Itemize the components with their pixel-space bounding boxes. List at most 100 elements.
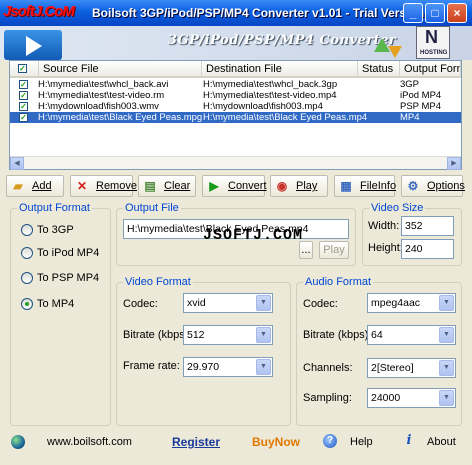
file-info-icon: ▦: [340, 179, 352, 193]
banner-title: 3GP/iPod/PSP/MP4 Converter: [168, 33, 397, 48]
audio-bitrate-select[interactable]: 64 ▼: [367, 325, 456, 345]
table-row[interactable]: ✓ H:\mymedia\test\whcl_back.avi H:\mymed…: [10, 79, 461, 90]
website-link[interactable]: www.boilsoft.com: [47, 436, 132, 448]
chevron-down-icon[interactable]: ▼: [439, 327, 454, 343]
footer: www.boilsoft.com Register BuyNow ? Help …: [0, 428, 472, 458]
select-all-checkbox[interactable]: ✓: [18, 64, 27, 73]
source-file: H:\mymedia\test\whcl_back.avi: [38, 79, 169, 90]
video-codec-label: Codec:: [123, 298, 158, 310]
output-format-group: Output Format To 3GP To iPod MP4 To PSP …: [10, 202, 111, 426]
output-file-title: Output File: [123, 202, 181, 214]
sampling-value: 24000: [371, 392, 401, 404]
chevron-down-icon[interactable]: ▼: [256, 327, 271, 343]
horizontal-scrollbar[interactable]: ◀ ▶: [10, 156, 461, 170]
row-checkbox[interactable]: ✓: [19, 80, 28, 89]
radio-to-psp-mp4[interactable]: [21, 272, 33, 284]
hosting-badge: N HOSTING: [416, 26, 450, 59]
clear-button[interactable]: ▤ Clear: [138, 175, 196, 197]
destination-file: H:\mydownload\fish003.mp4: [203, 101, 323, 112]
fileinfo-button[interactable]: ▦ FileInfo: [334, 175, 397, 197]
folder-icon: ▰: [13, 179, 23, 193]
add-button[interactable]: ▰ Add: [6, 175, 64, 197]
table-row[interactable]: ✓ H:\mymedia\test\test-video.rm H:\mymed…: [10, 90, 461, 101]
video-bitrate-select[interactable]: 512 ▼: [183, 325, 273, 345]
play-logo-icon: [4, 30, 62, 60]
chevron-down-icon[interactable]: ▼: [439, 295, 454, 311]
frame-rate-value: 29.970: [187, 361, 220, 373]
sampling-select[interactable]: 24000 ▼: [367, 388, 456, 408]
source-file: H:\mymedia\test\test-video.rm: [38, 90, 165, 101]
radio-to-ipod-mp4[interactable]: [21, 247, 33, 259]
video-codec-select[interactable]: xvid ▼: [183, 293, 273, 313]
convert-arrows-icon: [370, 26, 410, 60]
destination-file: H:\mymedia\test\whcl_back.3gp: [203, 79, 338, 90]
frame-rate-select[interactable]: 29.970 ▼: [183, 357, 273, 377]
about-info-icon[interactable]: i: [402, 434, 416, 448]
help-question-icon[interactable]: ?: [323, 434, 337, 448]
scroll-right-arrow-icon[interactable]: ▶: [447, 157, 461, 170]
minimize-button[interactable]: _: [403, 3, 423, 23]
table-row-selected[interactable]: ✓ H:\mymedia\test\Black Eyed Peas.mpg H:…: [10, 112, 461, 123]
output-format: PSP MP4: [400, 101, 442, 112]
play-button[interactable]: ◉ Play: [270, 175, 328, 197]
source-file: H:\mymedia\test\Black Eyed Peas.mpg: [38, 112, 203, 123]
row-checkbox[interactable]: ✓: [19, 113, 28, 122]
channels-select[interactable]: 2[Stereo] ▼: [367, 358, 456, 378]
output-format: 3GP: [400, 79, 420, 90]
scroll-left-arrow-icon[interactable]: ◀: [10, 157, 24, 170]
preview-play-button[interactable]: Play: [319, 241, 349, 259]
convert-button[interactable]: ▶ Convert: [202, 175, 267, 197]
width-label: Width:: [368, 220, 400, 232]
radio-to-3gp[interactable]: [21, 224, 33, 236]
radio-label-ipod-mp4[interactable]: To iPod MP4: [37, 247, 99, 259]
hosting-badge-text: HOSTING: [420, 50, 448, 56]
play-arrow-icon: ▶: [209, 179, 219, 193]
remove-label: Remove: [96, 180, 137, 192]
output-format-title: Output Format: [17, 202, 92, 214]
close-button[interactable]: ×: [447, 3, 467, 23]
row-checkbox[interactable]: ✓: [19, 102, 28, 111]
about-link[interactable]: About: [427, 436, 456, 448]
column-header-destination[interactable]: Destination File: [202, 61, 358, 78]
maximize-button[interactable]: □: [425, 3, 445, 23]
radio-label-mp4[interactable]: To MP4: [37, 298, 74, 310]
buynow-link[interactable]: BuyNow: [252, 435, 300, 449]
audio-bitrate-label: Bitrate (kbps):: [303, 329, 372, 341]
remove-x-icon: ✕: [76, 179, 88, 193]
destination-file: H:\mymedia\test\test-video.mp4: [203, 90, 337, 101]
audio-codec-select[interactable]: mpeg4aac ▼: [367, 293, 456, 313]
row-checkbox[interactable]: ✓: [19, 91, 28, 100]
remove-button[interactable]: ✕ Remove: [70, 175, 137, 197]
file-list[interactable]: ✓ Source File Destination File Status Ou…: [9, 60, 462, 170]
table-row[interactable]: ✓ H:\mydownload\fish003.wmv H:\mydownloa…: [10, 101, 461, 112]
column-header-format[interactable]: Output Format: [400, 61, 461, 78]
video-bitrate-value: 512: [187, 329, 205, 341]
options-button[interactable]: ⚙ Options: [401, 175, 465, 197]
toolbar: ▰ Add ✕ Remove ▤ Clear ▶ Convert ◉ Play …: [0, 175, 472, 197]
help-link[interactable]: Help: [350, 436, 373, 448]
video-format-group: Video Format Codec: xvid ▼ Bitrate (kbps)…: [116, 276, 291, 426]
add-label: Add: [32, 180, 52, 192]
fileinfo-label: FileInfo: [360, 180, 397, 192]
column-header-source[interactable]: Source File: [39, 61, 202, 78]
radio-label-psp-mp4[interactable]: To PSP MP4: [37, 272, 99, 284]
video-size-title: Video Size: [369, 202, 426, 214]
radio-label-3gp[interactable]: To 3GP: [37, 224, 74, 236]
height-label: Height:: [368, 242, 403, 254]
clear-icon: ▤: [144, 179, 156, 193]
destination-file: H:\mymedia\test\Black Eyed Peas.mp4: [203, 112, 368, 123]
clear-label: Clear: [164, 180, 191, 192]
window-title: Boilsoft 3GP/iPod/PSP/MP4 Converter v1.0…: [92, 6, 425, 20]
chevron-down-icon[interactable]: ▼: [256, 359, 271, 375]
column-header-check[interactable]: ✓: [10, 61, 39, 78]
register-link[interactable]: Register: [172, 435, 220, 449]
radio-to-mp4[interactable]: [21, 298, 33, 310]
chevron-down-icon[interactable]: ▼: [439, 360, 454, 376]
height-input[interactable]: 240: [401, 239, 454, 259]
video-codec-value: xvid: [187, 297, 206, 309]
chevron-down-icon[interactable]: ▼: [439, 390, 454, 406]
width-input[interactable]: 352: [401, 216, 454, 236]
column-header-status[interactable]: Status: [358, 61, 400, 78]
chevron-down-icon[interactable]: ▼: [256, 295, 271, 311]
channels-value: 2[Stereo]: [371, 362, 414, 374]
